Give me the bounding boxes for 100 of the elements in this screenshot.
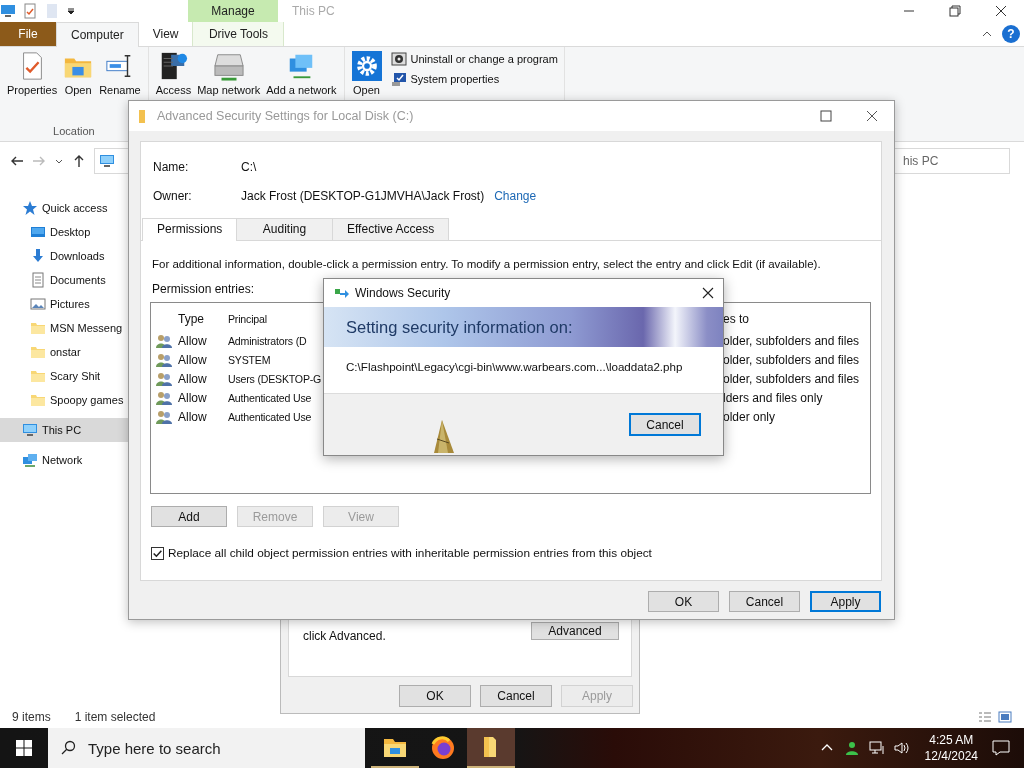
close-icon[interactable]	[995, 5, 1007, 17]
ribbon-tab[interactable]: Drive Tools	[192, 22, 285, 46]
network-icon	[22, 452, 38, 468]
dialog-button[interactable]: OK	[648, 591, 719, 612]
users-icon	[155, 408, 173, 425]
dialog-button[interactable]: Cancel	[480, 685, 552, 707]
picture-icon	[30, 296, 46, 312]
table-cell: lders and files only	[723, 390, 823, 405]
clock[interactable]: 4:25 AM 12/4/2024	[924, 732, 978, 764]
monitor-icon[interactable]	[0, 3, 16, 19]
close-icon[interactable]	[702, 287, 714, 299]
ribbon-tab[interactable]: Computer	[56, 22, 139, 47]
table-cell-text: Allow	[178, 390, 208, 405]
users-icon	[155, 389, 173, 406]
users-icon	[155, 332, 173, 349]
table-cell-text: SYSTEM	[228, 353, 272, 366]
nav-item[interactable]: onstar	[0, 340, 128, 364]
dialog-title: Advanced Security Settings for Local Disk (C:)	[157, 109, 414, 123]
back-arrow-icon[interactable]	[10, 154, 24, 168]
nav-item[interactable]: Spoopy games	[0, 388, 128, 412]
ribbon-button[interactable]: Open	[62, 51, 95, 125]
ribbon-button-label: Access	[155, 84, 192, 96]
nav-item[interactable]: Scary Shit	[0, 364, 128, 388]
large-icons-view-icon[interactable]	[998, 711, 1012, 723]
help-button[interactable]: ?	[1002, 25, 1020, 43]
table-cell-text: Authenticated Use	[228, 410, 313, 423]
document-check-icon[interactable]	[22, 3, 38, 19]
network-icon[interactable]	[868, 741, 885, 755]
person-icon[interactable]	[843, 741, 860, 755]
notification-icon[interactable]	[992, 740, 1010, 756]
ribbon-link[interactable]: System properties	[390, 71, 558, 87]
down-arrow-icon	[30, 248, 46, 264]
monitor-icon	[99, 153, 115, 169]
dialog-button[interactable]: Apply	[810, 591, 881, 612]
nav-item[interactable]: This PC	[0, 418, 128, 442]
column-header: Principal	[228, 313, 268, 325]
column-header: Type	[178, 312, 205, 326]
ribbon-button-label: Map network	[197, 84, 261, 96]
nav-item[interactable]: Pictures	[0, 292, 128, 316]
up-arrow-icon[interactable]	[72, 154, 86, 168]
ribbon-link-label: System properties	[410, 73, 500, 85]
ribbon-link[interactable]: Uninstall or change a program	[390, 51, 558, 67]
field-label: Name:	[153, 160, 190, 174]
taskbar-search-field[interactable]: Type here to search	[48, 728, 365, 768]
nav-item[interactable]: Documents	[0, 268, 128, 292]
cone-icon	[432, 419, 456, 455]
collapse-icon[interactable]	[982, 29, 992, 39]
table-cell-text: Administrators (D	[228, 334, 308, 347]
tab[interactable]: Permissions	[142, 218, 237, 241]
monitor-check-icon	[390, 71, 407, 87]
ribbon-button[interactable]: Properties	[6, 51, 59, 125]
taskbar-app-button[interactable]	[467, 728, 515, 768]
nav-item[interactable]: Desktop	[0, 220, 128, 244]
dialog-button[interactable]: OK	[399, 685, 471, 707]
disc-box-icon	[390, 51, 407, 67]
table-cell: older only	[723, 409, 776, 424]
ribbon-button-label: Rename	[99, 84, 141, 96]
search-icon	[60, 740, 76, 756]
table-cell: Users (DESKTOP-G	[228, 372, 323, 385]
dialog-title: Windows Security	[355, 286, 451, 300]
nav-item[interactable]: MSN Messeng	[0, 316, 128, 340]
speaker-icon[interactable]	[893, 741, 910, 755]
banner-heading: Setting security information on:	[346, 317, 573, 337]
table-cell: older, subfolders and files	[723, 352, 860, 367]
ribbon-button[interactable]: Rename	[98, 51, 142, 125]
nav-item[interactable]: Quick access	[0, 196, 128, 220]
nav-item[interactable]: Downloads	[0, 244, 128, 268]
ribbon-tab[interactable]: File	[0, 22, 56, 46]
checkbox[interactable]	[151, 546, 164, 560]
checkbox-label: Replace all child object permission entries with inheritable permission entries from this object	[168, 546, 652, 560]
maximize-icon[interactable]	[820, 110, 832, 122]
ribbon-tab[interactable]: View	[138, 22, 193, 46]
window-title: This PC	[292, 4, 336, 18]
entry-button[interactable]: Add	[151, 506, 227, 527]
settings-icon	[351, 51, 382, 81]
folder-icon	[30, 344, 46, 360]
column-header: es to	[723, 312, 749, 326]
cancel-button[interactable]: Cancel	[629, 413, 701, 436]
desktop-icon	[30, 224, 46, 240]
nav-item[interactable]: Network	[0, 448, 128, 472]
dialog-text: click Advanced.	[303, 630, 387, 643]
section-label: Permission entries:	[152, 282, 255, 296]
close-icon[interactable]	[866, 110, 878, 122]
dropdown-icon[interactable]	[66, 6, 76, 16]
description-text: For additional information, double-click a permission entry. To modify a permission entry, select the entry and click Edit (if available).	[151, 257, 822, 270]
table-cell-text: Allow	[178, 409, 208, 424]
folder-icon	[30, 368, 46, 384]
advanced-button[interactable]: Advanced	[531, 622, 619, 640]
change-link[interactable]: Change	[494, 189, 537, 203]
tab[interactable]: Effective Access	[332, 218, 450, 240]
firefox-icon	[430, 735, 456, 761]
dialog-button[interactable]: Cancel	[729, 591, 800, 612]
file-path: C:\Flashpoint\Legacy\cgi-bin\www.warbears.com...\loaddata2.php	[345, 359, 684, 375]
table-cell-text: Allow	[178, 371, 208, 386]
tab[interactable]: Auditing	[236, 218, 333, 240]
restore-icon[interactable]	[949, 5, 961, 17]
field-value: Jack Frost (DESKTOP-G1JMVHA\Jack Frost)	[241, 189, 485, 203]
field-label: Owner:	[153, 189, 193, 203]
folder-icon	[30, 392, 46, 408]
status-text: 1 item selected	[74, 710, 156, 724]
